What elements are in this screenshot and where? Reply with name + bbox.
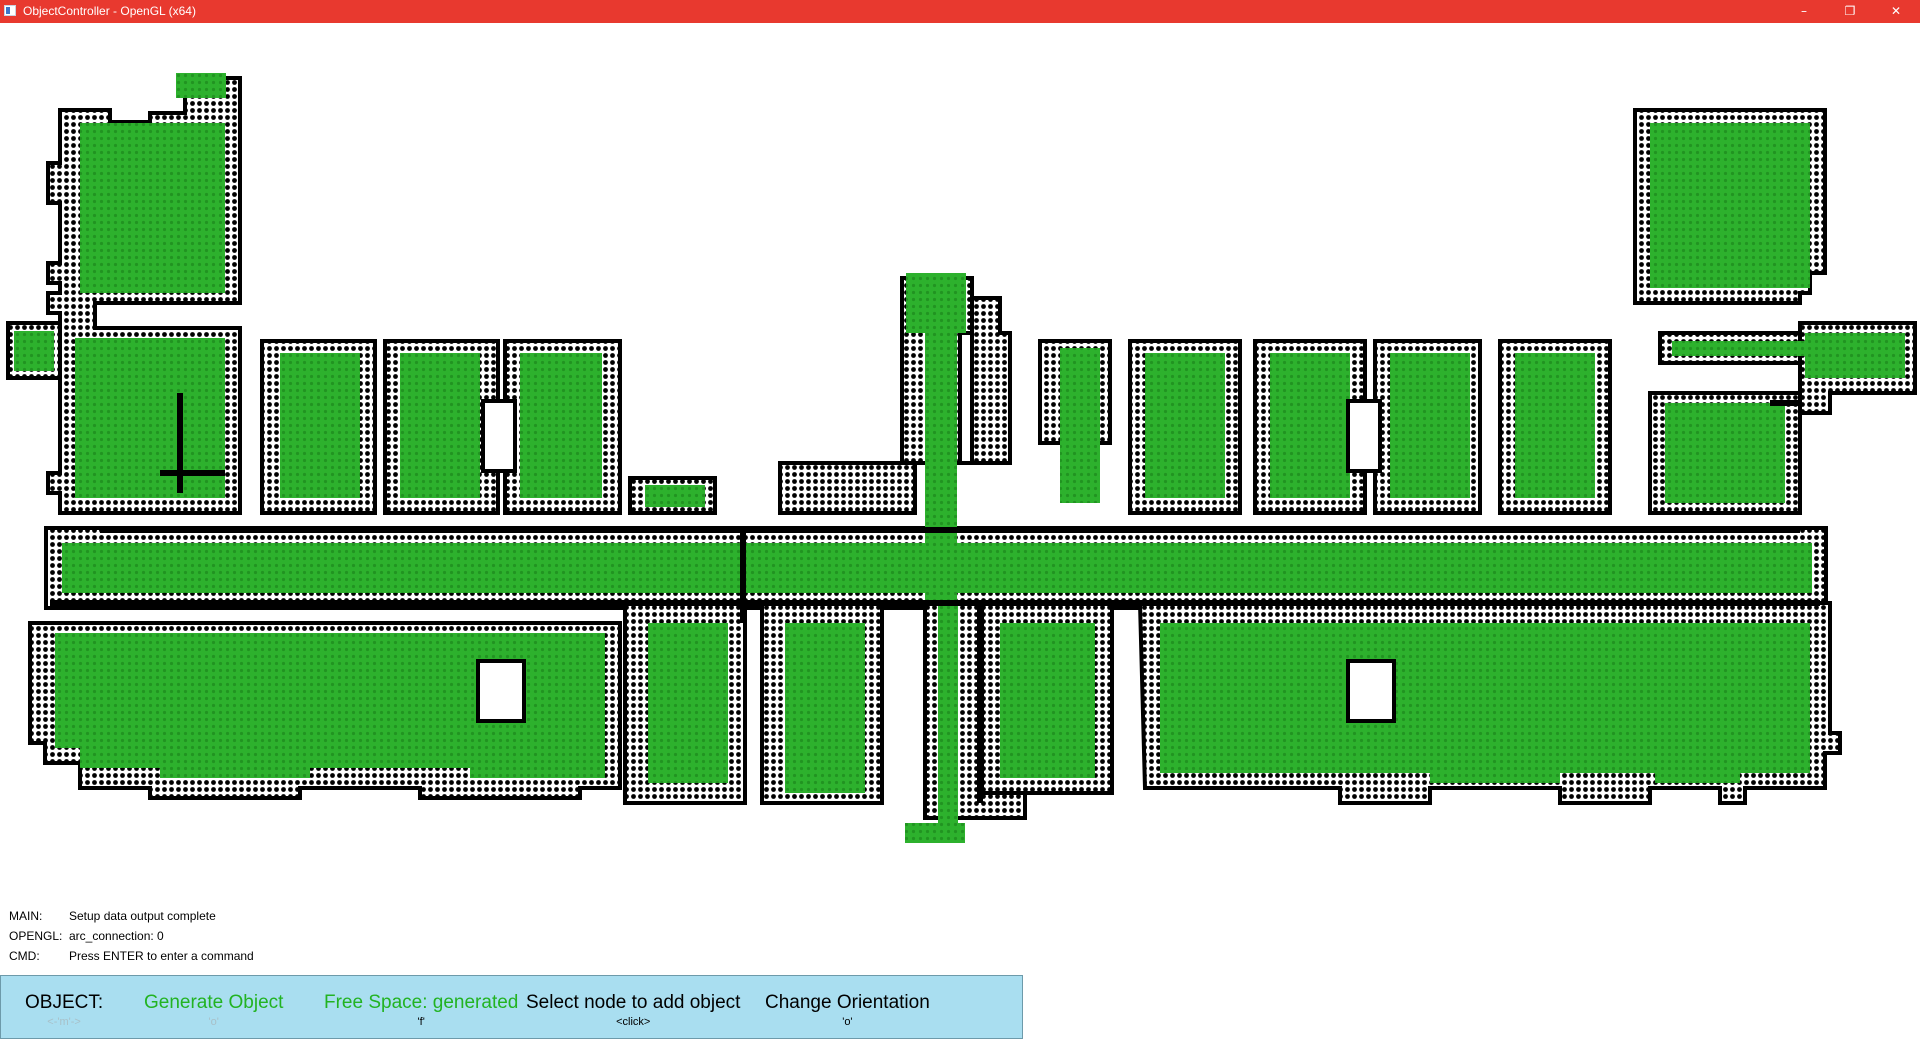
- menu-free-space-label: Free Space: generated: [324, 992, 519, 1013]
- console-key: CMD:: [9, 949, 40, 963]
- menu-generate-object-key: 'o': [208, 1016, 219, 1028]
- floorplan-map[interactable]: [0, 23, 1920, 853]
- console-key: MAIN:: [9, 909, 43, 923]
- close-button[interactable]: ✕: [1873, 0, 1919, 23]
- menu-generate-object-label: Generate Object: [144, 992, 284, 1013]
- minimize-button[interactable]: –: [1781, 0, 1827, 23]
- menu-free-space-key: 'f': [417, 1016, 425, 1028]
- console-value: Press ENTER to enter a command: [69, 949, 254, 963]
- menu-change-orientation-label: Change Orientation: [765, 992, 930, 1013]
- menu-select-node[interactable]: Select node to add object <click>: [526, 992, 741, 1028]
- console-line-opengl: OPENGL: arc_connection: 0: [9, 926, 709, 946]
- console-log: MAIN: Setup data output complete OPENGL:…: [9, 906, 709, 966]
- console-line-cmd: CMD: Press ENTER to enter a command: [9, 946, 709, 966]
- menu-object-label: OBJECT:: [25, 992, 104, 1013]
- menu-generate-object[interactable]: Generate Object 'o': [144, 992, 284, 1028]
- menu-change-orientation[interactable]: Change Orientation 'o': [765, 992, 930, 1028]
- menu-object-key: <-'m'->: [47, 1016, 81, 1028]
- window-title: ObjectController - OpenGL (x64): [23, 4, 196, 18]
- menu-object-mode[interactable]: OBJECT: <-'m'->: [25, 992, 104, 1028]
- app-window-icon[interactable]: [4, 5, 16, 16]
- menu-select-node-key: <click>: [616, 1016, 651, 1028]
- menu-change-orientation-key: 'o': [842, 1016, 853, 1028]
- menu-free-space[interactable]: Free Space: generated 'f': [324, 992, 519, 1028]
- object-menu-bar[interactable]: OBJECT: <-'m'-> Generate Object 'o' Free…: [0, 975, 1023, 1039]
- title-bar[interactable]: ObjectController - OpenGL (x64) – ❐ ✕: [0, 0, 1920, 23]
- restore-button[interactable]: ❐: [1827, 0, 1873, 23]
- console-line-main: MAIN: Setup data output complete: [9, 906, 709, 926]
- console-key: OPENGL:: [9, 929, 63, 943]
- console-value: Setup data output complete: [69, 909, 216, 923]
- console-value: arc_connection: 0: [69, 929, 164, 943]
- menu-select-node-label: Select node to add object: [526, 992, 741, 1013]
